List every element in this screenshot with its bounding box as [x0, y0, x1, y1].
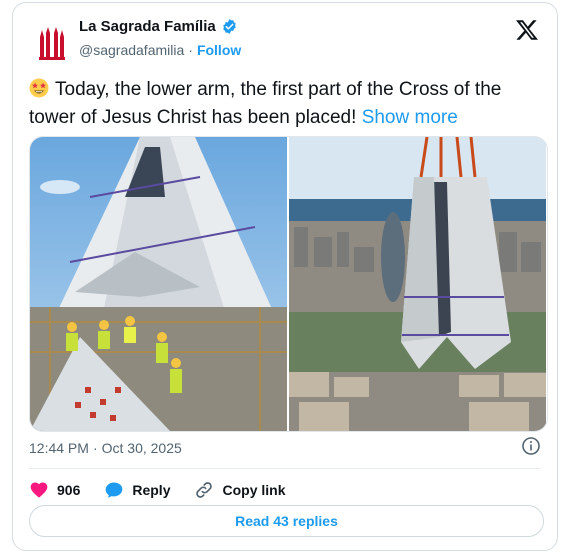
reply-button[interactable]: Reply: [104, 480, 170, 500]
tweet-actions: 906 Reply Copy link: [29, 477, 310, 503]
follow-button[interactable]: Follow: [197, 42, 241, 58]
timestamp-separator: ·: [92, 440, 98, 456]
author-handle-row: @sagradafamilia · Follow: [79, 42, 241, 58]
reply-label: Reply: [132, 482, 171, 498]
author-name-row: La Sagrada Família: [79, 18, 238, 35]
tweet-date: Oct 30, 2025: [101, 440, 182, 456]
photo-crane-city[interactable]: [289, 137, 546, 431]
heart-icon: [30, 482, 48, 498]
star-struck-emoji-icon: [29, 78, 49, 98]
author-handle[interactable]: @sagradafamilia: [79, 42, 184, 58]
show-more-link[interactable]: Show more: [362, 107, 458, 128]
verified-badge-icon: [223, 19, 236, 34]
photo-workers-illustration: [30, 137, 287, 431]
divider: [29, 468, 541, 469]
photo-workers-tower[interactable]: [30, 137, 287, 431]
handle-separator: ·: [188, 42, 193, 58]
read-replies-button[interactable]: Read 43 replies: [29, 505, 544, 537]
x-logo-icon[interactable]: [515, 18, 539, 42]
like-button[interactable]: 906: [29, 480, 80, 500]
tweet-text: Today, the lower arm, the first part of …: [29, 76, 549, 132]
tweet-card: La Sagrada Família @sagradafamilia · Fol…: [12, 2, 558, 551]
tweet-timestamp[interactable]: 12:44 PM · Oct 30, 2025: [29, 440, 182, 456]
reply-bubble-icon: [106, 482, 123, 498]
copy-link-label: Copy link: [222, 482, 286, 498]
photo-city-illustration: [289, 137, 546, 431]
tweet-time: 12:44 PM: [29, 440, 89, 456]
copy-link-button[interactable]: Copy link: [194, 480, 286, 500]
like-count: 906: [57, 482, 81, 498]
tweet-media: [29, 136, 548, 432]
info-icon[interactable]: [521, 436, 541, 456]
link-icon: [196, 482, 213, 498]
author-display-name[interactable]: La Sagrada Família: [79, 18, 216, 35]
tweet-header: La Sagrada Família @sagradafamilia · Fol…: [13, 3, 557, 63]
sagrada-familia-logo-icon[interactable]: [37, 27, 67, 61]
